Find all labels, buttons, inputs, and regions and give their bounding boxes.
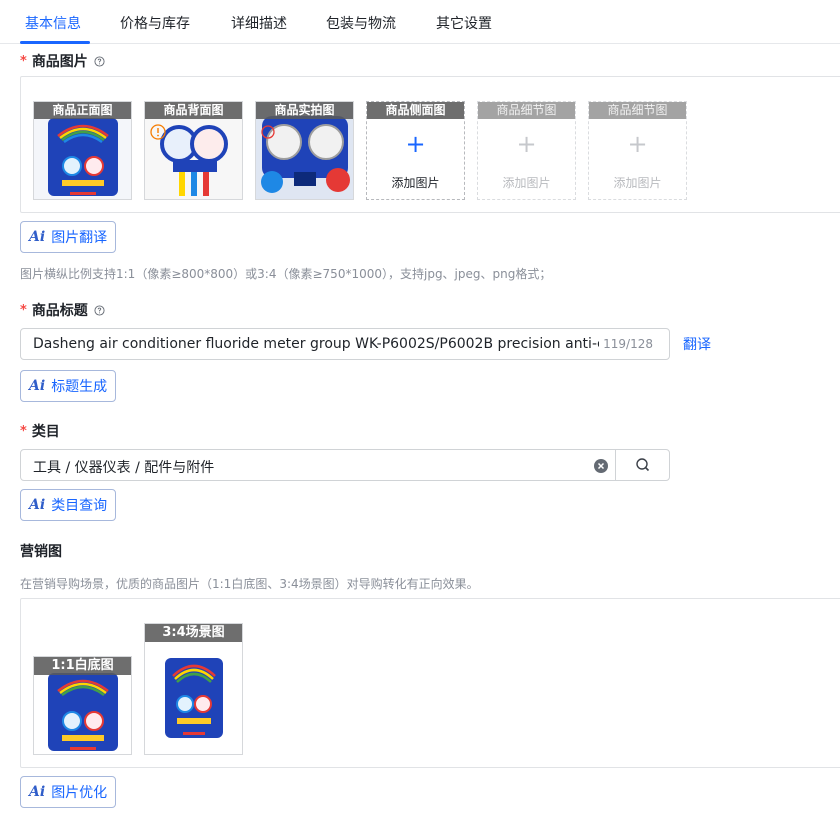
product-photo-scene	[145, 624, 242, 754]
add-image-label: 添加图片	[502, 176, 551, 190]
plus-icon: +	[627, 130, 648, 158]
category-value: 工具 / 仪器仪表 / 配件与附件	[33, 460, 215, 476]
image-optimize-button[interactable]: Ai 图片优化	[20, 776, 117, 808]
category-search-button[interactable]	[615, 450, 669, 480]
plus-icon: +	[405, 130, 426, 158]
translate-link[interactable]: 翻译	[683, 334, 711, 354]
search-icon	[636, 458, 650, 472]
category-query-label: 类目查询	[51, 498, 108, 514]
slot-caption: 商品正面图	[34, 102, 131, 119]
image-slot-side[interactable]: 商品侧面图 + 添加图片	[366, 101, 465, 200]
product-images-label: * 商品图片	[20, 51, 105, 71]
slot-caption: 商品细节图	[478, 102, 575, 119]
slot-caption: 商品细节图	[589, 102, 686, 119]
clear-circle-icon[interactable]	[593, 458, 609, 474]
image-slot-white-bg[interactable]: 1:1白底图	[33, 656, 132, 755]
image-format-hint: 图片横纵比例支持1:1（像素≥800*800）或3:4（像素≥750*1000）…	[20, 267, 552, 281]
image-optimize-label: 图片优化	[51, 785, 108, 801]
category-query-button[interactable]: Ai 类目查询	[20, 489, 117, 521]
tab-bar: 基本信息 价格与库存 详细描述 包装与物流 其它设置	[0, 0, 840, 44]
slot-caption: 商品实拍图	[256, 102, 353, 119]
slot-caption: 3:4场景图	[145, 624, 242, 642]
title-generate-label: 标题生成	[51, 379, 108, 395]
product-images-panel: 商品正面图 商品背面图 商品实拍图 商品侧面图 + 添加图片 商品细节图 + 添…	[20, 76, 840, 213]
image-slot-detail-1[interactable]: 商品细节图 + 添加图片	[477, 101, 576, 200]
product-title-value[interactable]: Dasheng air conditioner fluoride meter g…	[33, 336, 599, 352]
slot-caption: 商品侧面图	[367, 102, 464, 119]
category-label-text: 类目	[31, 424, 60, 440]
image-translate-button[interactable]: Ai 图片翻译	[20, 221, 117, 253]
image-slot-real-shot[interactable]: 商品实拍图	[255, 101, 354, 200]
add-image-label: 添加图片	[391, 176, 440, 190]
tab-detail-description[interactable]: 详细描述	[231, 13, 287, 33]
tab-other-settings[interactable]: 其它设置	[436, 13, 492, 33]
tab-price-stock[interactable]: 价格与库存	[120, 13, 190, 33]
slot-caption: 商品背面图	[145, 102, 242, 119]
ai-sparkle-icon: Ai	[29, 229, 46, 245]
ai-sparkle-icon: Ai	[29, 378, 46, 394]
category-select[interactable]: 工具 / 仪器仪表 / 配件与附件	[20, 449, 670, 481]
required-mark: *	[20, 302, 27, 318]
ai-sparkle-icon: Ai	[29, 497, 46, 513]
help-circle-icon[interactable]	[94, 304, 105, 316]
slot-caption: 1:1白底图	[34, 657, 131, 675]
required-mark: *	[20, 53, 27, 69]
product-images-label-text: 商品图片	[31, 54, 88, 70]
image-slot-detail-2[interactable]: 商品细节图 + 添加图片	[588, 101, 687, 200]
product-title-label: * 商品标题	[20, 300, 105, 320]
title-generate-button[interactable]: Ai 标题生成	[20, 370, 117, 402]
marketing-images-panel: 1:1白底图 3:4场景图	[20, 598, 840, 768]
image-slot-scene[interactable]: 3:4场景图	[144, 623, 243, 755]
image-slot-front[interactable]: 商品正面图	[33, 101, 132, 200]
marketing-images-label: 营销图	[20, 541, 62, 561]
help-circle-icon[interactable]	[94, 55, 105, 67]
plus-icon: +	[516, 130, 537, 158]
required-mark: *	[20, 423, 27, 439]
title-char-counter: 119/128	[603, 337, 653, 351]
image-slot-back[interactable]: 商品背面图	[144, 101, 243, 200]
add-image-label: 添加图片	[613, 176, 662, 190]
marketing-images-label-text: 营销图	[20, 544, 62, 560]
ai-sparkle-icon: Ai	[29, 784, 46, 800]
active-tab-indicator	[20, 41, 90, 44]
product-title-input[interactable]: Dasheng air conditioner fluoride meter g…	[20, 328, 670, 360]
image-translate-label: 图片翻译	[51, 230, 108, 246]
tab-package-logistics[interactable]: 包装与物流	[326, 13, 396, 33]
marketing-hint: 在营销导购场景，优质的商品图片（1:1白底图、3:4场景图）对导购转化有正向效果…	[20, 577, 479, 591]
category-label: * 类目	[20, 421, 60, 441]
tab-basic-info[interactable]: 基本信息	[25, 13, 81, 33]
product-title-label-text: 商品标题	[31, 303, 88, 319]
